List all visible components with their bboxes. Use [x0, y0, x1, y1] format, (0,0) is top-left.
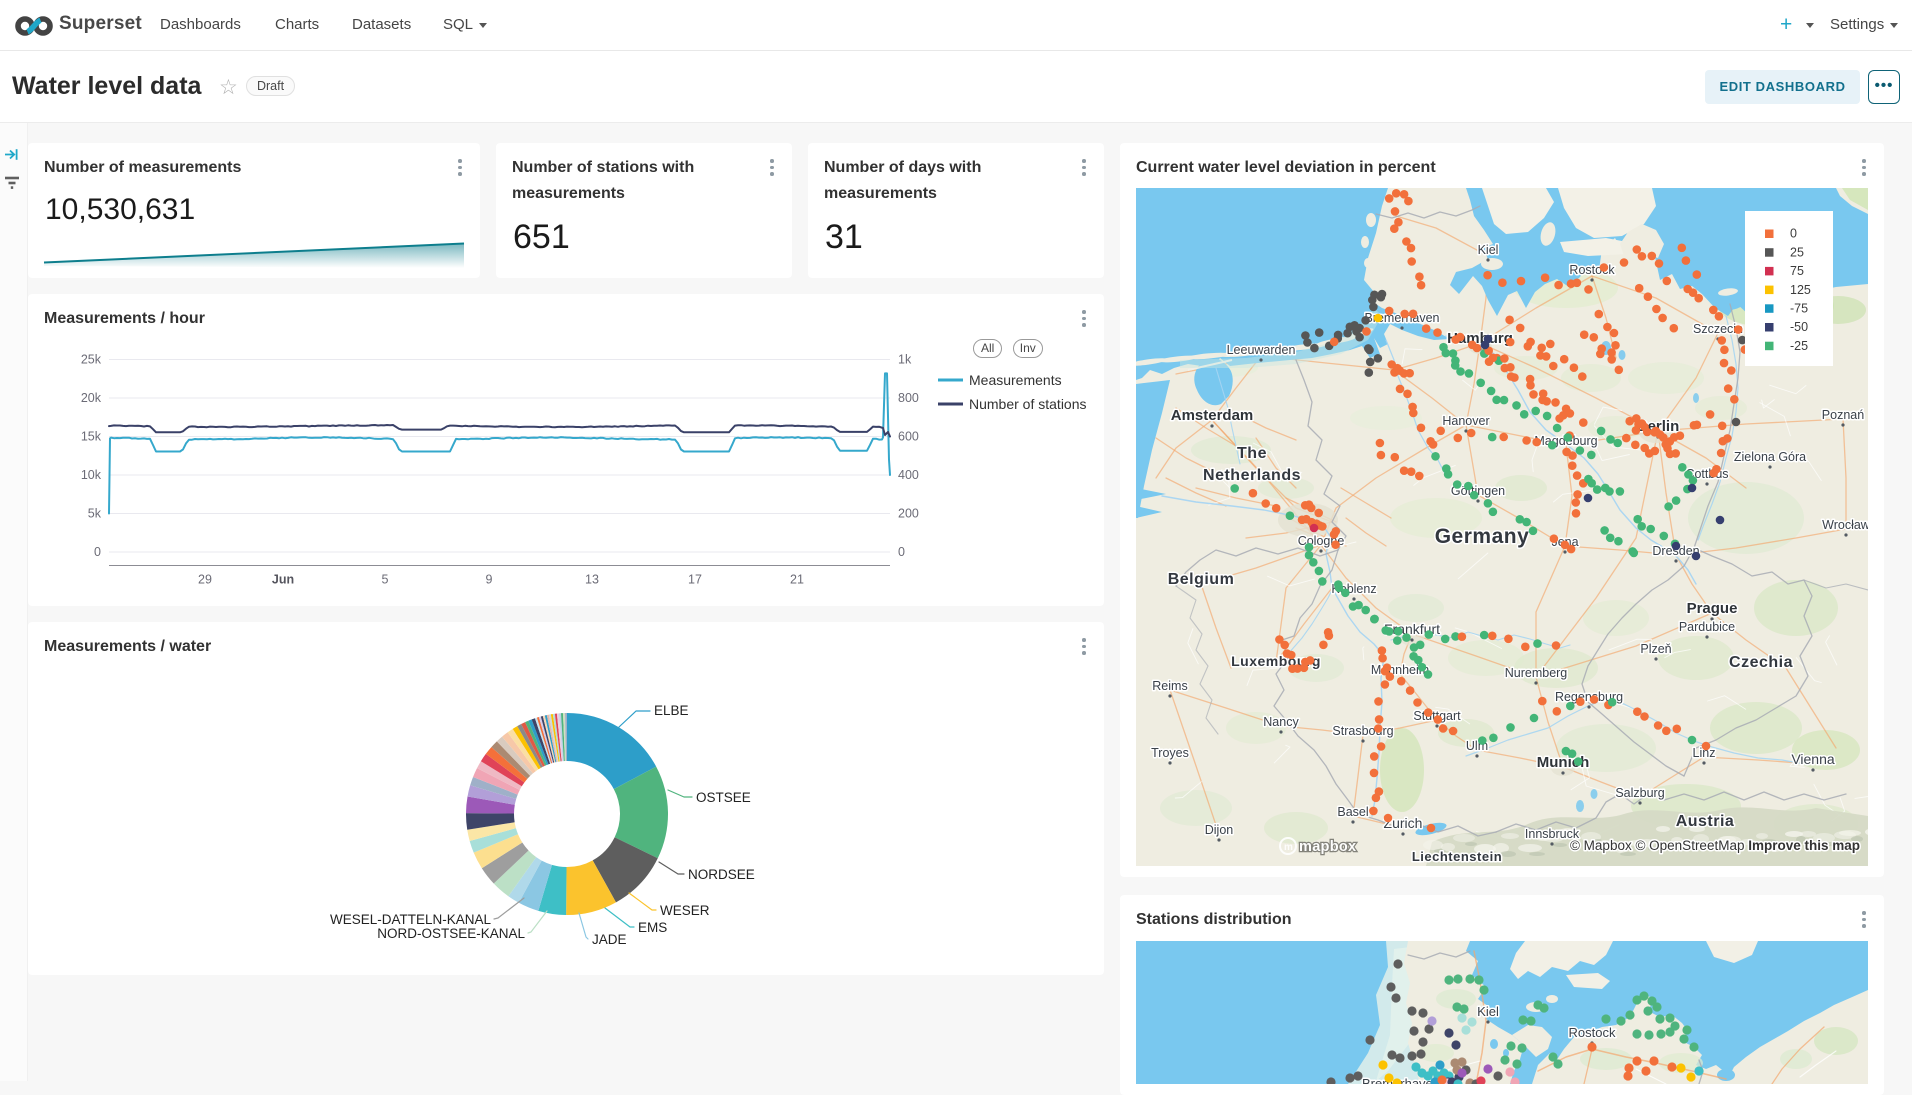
svg-text:Salzburg: Salzburg	[1615, 786, 1664, 800]
svg-text:Germany: Germany	[1435, 525, 1530, 548]
svg-text:5k: 5k	[88, 507, 102, 521]
svg-text:25: 25	[1790, 245, 1804, 259]
svg-text:Belgium: Belgium	[1168, 571, 1235, 588]
svg-text:200: 200	[898, 507, 919, 521]
svg-text:Dijon: Dijon	[1205, 823, 1234, 837]
svg-text:29: 29	[198, 573, 212, 587]
svg-text:20k: 20k	[81, 391, 102, 405]
svg-text:m: m	[1284, 842, 1293, 853]
svg-text:0: 0	[898, 545, 905, 559]
svg-text:400: 400	[898, 468, 919, 482]
svg-text:Amsterdam: Amsterdam	[1171, 407, 1254, 424]
svg-text:NORDSEE: NORDSEE	[688, 867, 755, 882]
svg-text:JADE: JADE	[592, 932, 627, 947]
svg-text:Pardubice: Pardubice	[1679, 620, 1735, 634]
svg-text:Measurements: Measurements	[969, 372, 1062, 388]
svg-text:Plzeň: Plzeň	[1640, 642, 1671, 656]
svg-text:Rostock: Rostock	[1569, 1025, 1616, 1040]
svg-text:Hanover: Hanover	[1442, 414, 1489, 428]
svg-text:0: 0	[94, 545, 101, 559]
svg-text:Vienna: Vienna	[1791, 751, 1835, 767]
svg-text:NORD-OSTSEE-KANAL: NORD-OSTSEE-KANAL	[377, 926, 525, 941]
svg-text:25k: 25k	[81, 353, 102, 367]
svg-text:Jun: Jun	[272, 573, 294, 587]
svg-text:Kiel: Kiel	[1477, 1004, 1499, 1019]
svg-text:WESEL-DATTELN-KANAL: WESEL-DATTELN-KANAL	[330, 912, 492, 927]
svg-text:OSTSEE: OSTSEE	[696, 790, 751, 805]
svg-text:13: 13	[585, 573, 599, 587]
svg-text:Prague: Prague	[1687, 600, 1738, 617]
svg-text:1k: 1k	[898, 353, 912, 367]
svg-text:EMS: EMS	[638, 920, 667, 935]
svg-text:17: 17	[688, 573, 702, 587]
svg-text:-25: -25	[1790, 339, 1808, 353]
svg-text:Netherlands: Netherlands	[1203, 467, 1301, 484]
svg-text:WESER: WESER	[660, 903, 710, 918]
svg-text:Zielona Góra: Zielona Góra	[1734, 450, 1806, 464]
svg-text:Leeuwarden: Leeuwarden	[1227, 343, 1296, 357]
svg-text:9: 9	[486, 573, 493, 587]
svg-text:5: 5	[382, 573, 389, 587]
svg-text:Nuremberg: Nuremberg	[1505, 666, 1568, 680]
svg-text:21: 21	[790, 573, 804, 587]
svg-text:75: 75	[1790, 264, 1804, 278]
svg-text:Czechia: Czechia	[1729, 654, 1793, 671]
svg-text:Liechtenstein: Liechtenstein	[1412, 849, 1502, 864]
svg-text:mapbox: mapbox	[1299, 839, 1356, 855]
svg-text:© Mapbox © OpenStreetMap Impro: © Mapbox © OpenStreetMap Improve this ma…	[1570, 838, 1860, 853]
svg-text:-50: -50	[1790, 320, 1808, 334]
svg-text:125: 125	[1790, 283, 1811, 297]
svg-text:ELBE: ELBE	[654, 703, 689, 718]
svg-text:Basel: Basel	[1337, 805, 1368, 819]
svg-text:800: 800	[898, 391, 919, 405]
svg-text:Troyes: Troyes	[1151, 746, 1189, 760]
svg-text:0: 0	[1790, 227, 1797, 241]
svg-text:Wrocław: Wrocław	[1822, 518, 1868, 532]
svg-text:Austria: Austria	[1676, 813, 1735, 830]
svg-text:15k: 15k	[81, 430, 102, 444]
svg-text:Nancy: Nancy	[1263, 715, 1299, 729]
svg-text:Poznań: Poznań	[1822, 408, 1864, 422]
svg-text:600: 600	[898, 430, 919, 444]
svg-text:Kiel: Kiel	[1478, 243, 1499, 257]
svg-text:The: The	[1237, 445, 1267, 462]
svg-text:-75: -75	[1790, 302, 1808, 316]
svg-text:Reims: Reims	[1152, 679, 1187, 693]
svg-text:Strasbourg: Strasbourg	[1332, 724, 1393, 738]
svg-text:Number of stations: Number of stations	[969, 396, 1087, 412]
svg-text:10k: 10k	[81, 468, 102, 482]
svg-text:Rostock: Rostock	[1569, 263, 1615, 277]
